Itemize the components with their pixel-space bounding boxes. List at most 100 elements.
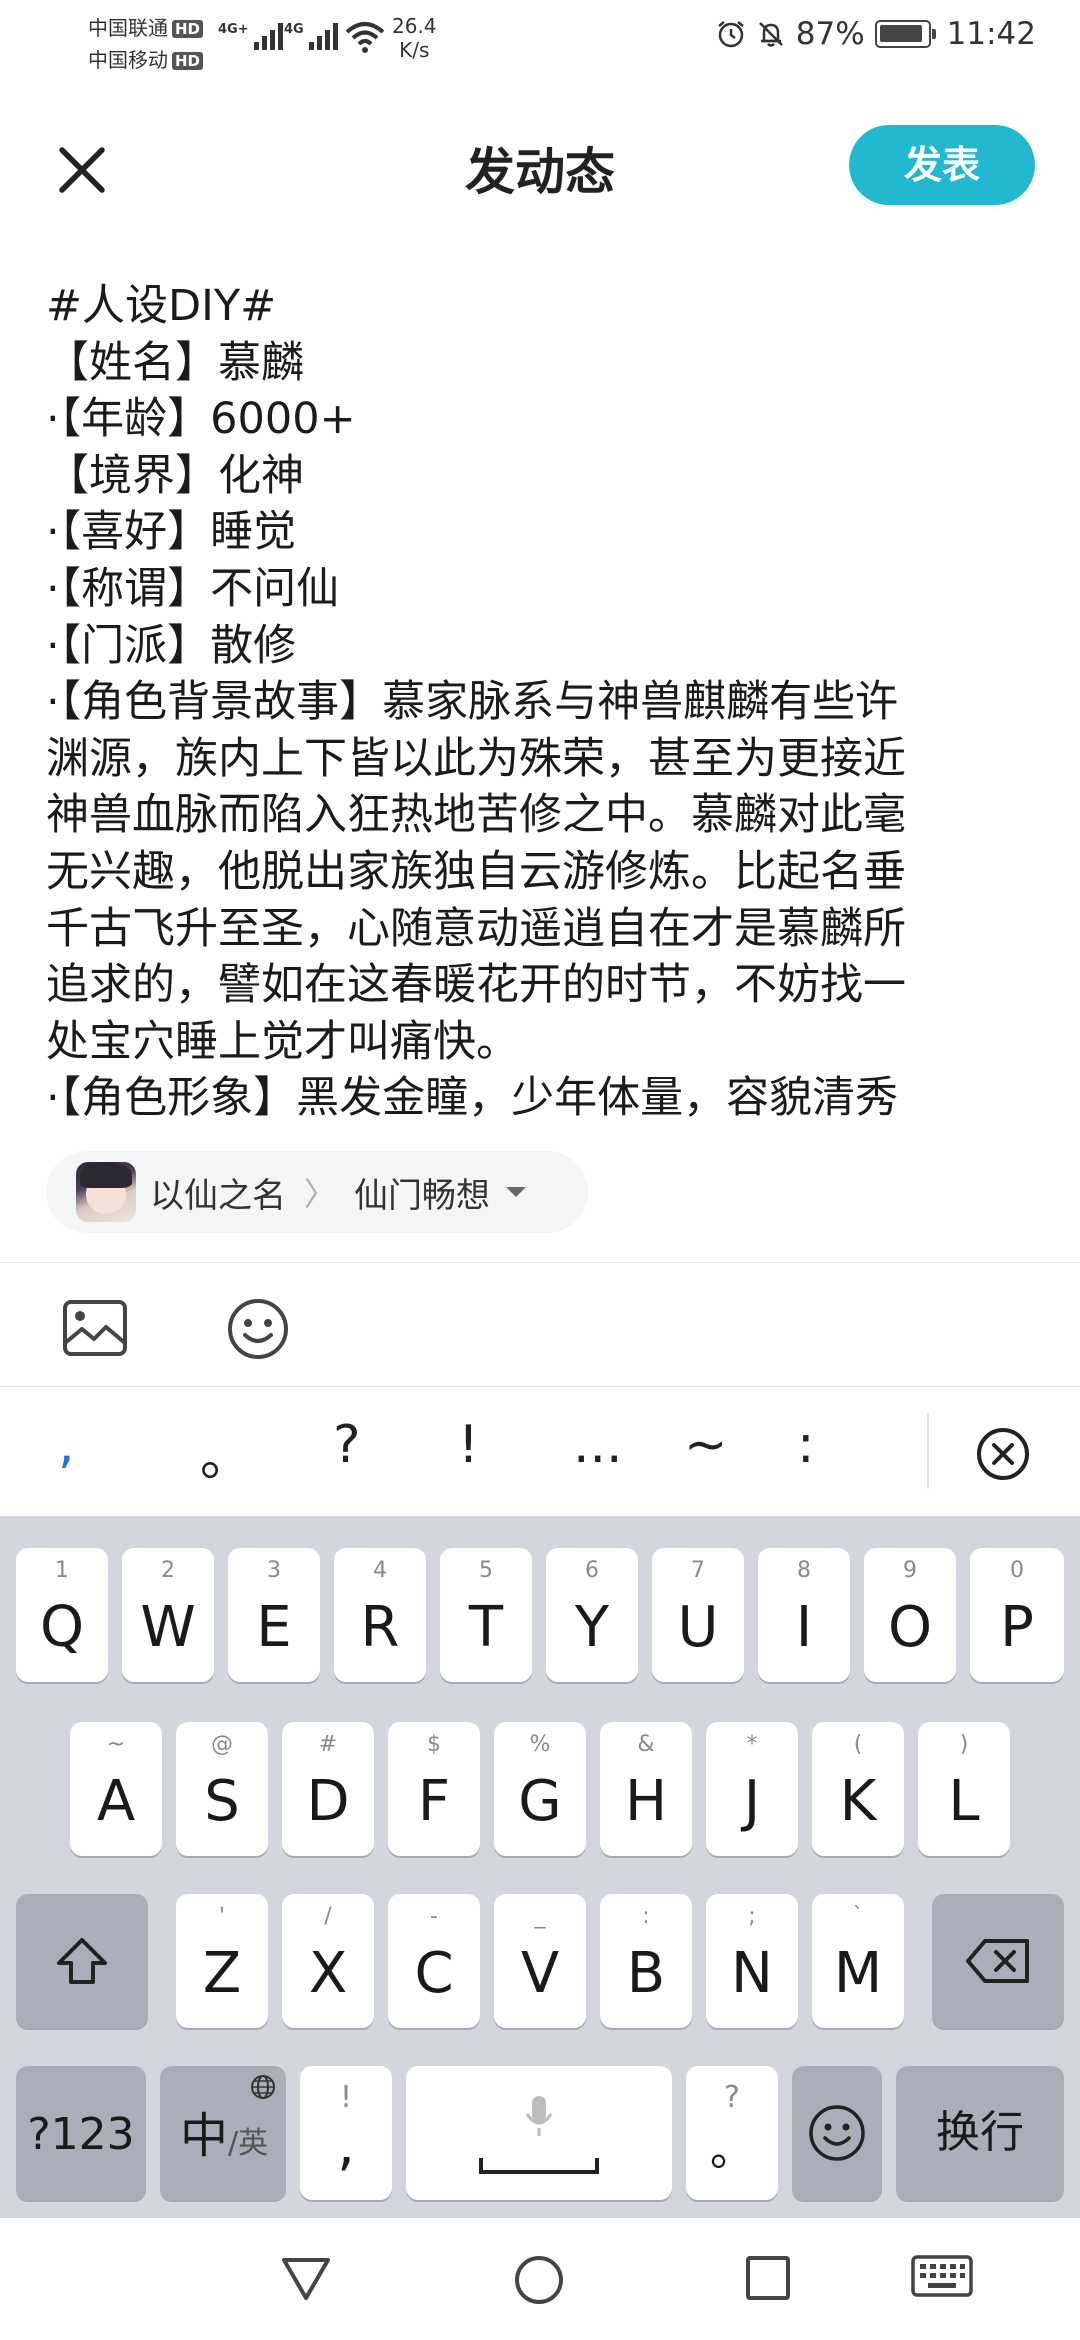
key-hint: 8 xyxy=(797,1558,811,1583)
network-speed-value: 26.4 xyxy=(392,14,437,38)
key-u[interactable]: 7U xyxy=(652,1548,744,1682)
key-label: , xyxy=(337,2113,355,2178)
punct-colon[interactable]: : xyxy=(797,1415,815,1475)
punct-question[interactable]: ? xyxy=(333,1415,361,1475)
key-m[interactable]: ` M xyxy=(812,1894,904,2028)
key-label: Y xyxy=(574,1595,610,1660)
mic-icon xyxy=(525,2096,553,2136)
globe-icon xyxy=(251,2075,275,2099)
image-icon[interactable] xyxy=(62,1299,128,1357)
key-i[interactable]: 8I xyxy=(758,1548,850,1682)
key-k[interactable]: (K xyxy=(812,1722,904,1856)
key-label: O xyxy=(887,1595,933,1660)
key-j[interactable]: * J xyxy=(706,1722,798,1856)
punct-comma[interactable]: , xyxy=(58,1415,75,1475)
divider xyxy=(927,1413,929,1489)
key-t[interactable]: 5T xyxy=(440,1548,532,1682)
punct-tilde[interactable]: ~ xyxy=(684,1415,728,1475)
status-bar: 中国联通 HD 中国移动 HD 4G+ 4G 26.4 K/s 87% 11:42 xyxy=(0,0,1080,80)
key-hint: 5 xyxy=(479,1558,493,1583)
key-a[interactable]: ~ A xyxy=(70,1722,162,1856)
key-x[interactable]: / X xyxy=(282,1894,374,2028)
emoji-key[interactable] xyxy=(792,2066,882,2200)
key-g[interactable]: % G xyxy=(494,1722,586,1856)
recents-icon[interactable] xyxy=(744,2254,792,2302)
home-icon[interactable] xyxy=(513,2254,565,2306)
publish-button[interactable]: 发表 xyxy=(849,125,1035,205)
punct-exclaim[interactable]: ! xyxy=(458,1415,479,1475)
key-hint: 4 xyxy=(373,1558,387,1583)
key-b[interactable]: :B xyxy=(600,1894,692,2028)
key-hint: # xyxy=(318,1732,338,1757)
editor-line: ·【角色背景故事】慕家脉系与神兽麒麟有些许 xyxy=(46,677,899,728)
space-key[interactable] xyxy=(406,2066,672,2200)
alarm-icon xyxy=(717,21,744,48)
editor-line: 千古飞升至圣，心随意动遥逍自在才是慕麟所 xyxy=(46,903,906,954)
key-hint: 9 xyxy=(903,1558,917,1583)
key-label: V xyxy=(520,1941,560,2006)
status-right: 87% 11:42 xyxy=(716,16,1036,52)
key-label: E xyxy=(256,1595,292,1660)
key-e[interactable]: 3E xyxy=(228,1548,320,1682)
symbols-key-label: ?123 xyxy=(27,2109,135,2160)
post-text-editor[interactable]: #人设DIY# 【姓名】慕麟 ·【年龄】6000+ 【境界】化神 ·【喜好】睡觉… xyxy=(46,278,1036,1118)
back-icon[interactable] xyxy=(280,2254,332,2302)
emoji-icon[interactable] xyxy=(226,1297,290,1361)
keyboard-toggle-icon[interactable] xyxy=(910,2254,974,2302)
key-p[interactable]: 0P xyxy=(970,1548,1064,1682)
key-hint: * xyxy=(746,1732,758,1757)
key-hint: 0 xyxy=(1010,1558,1024,1583)
key-hint: % xyxy=(529,1732,551,1757)
signal-2-icon: 4G xyxy=(284,22,338,50)
key-label: I xyxy=(795,1595,813,1660)
clock-time: 11:42 xyxy=(946,16,1036,52)
enter-key[interactable]: 换行 xyxy=(896,2066,1064,2200)
key-label: Z xyxy=(202,1941,242,2006)
key-n[interactable]: ; N xyxy=(706,1894,798,2028)
key-v[interactable]: _ V xyxy=(494,1894,586,2028)
key-o[interactable]: 9O xyxy=(864,1548,956,1682)
key-r[interactable]: 4R xyxy=(334,1548,426,1682)
key-label: F xyxy=(417,1769,451,1834)
key-label: T xyxy=(468,1595,504,1660)
punct-period[interactable]: 。 xyxy=(200,1415,252,1490)
carrier-1: 中国联通 HD xyxy=(88,12,204,41)
period-key[interactable]: ? 。 xyxy=(686,2066,778,2200)
chevron-right-icon: 〉 xyxy=(304,1175,337,1213)
editor-line: 渊源，族内上下皆以此为殊荣，甚至为更接近 xyxy=(46,733,906,784)
enter-key-label: 换行 xyxy=(936,2107,1024,2158)
comma-key[interactable]: ! , xyxy=(300,2066,392,2200)
key-q[interactable]: 1Q xyxy=(16,1548,108,1682)
key-label: H xyxy=(624,1769,668,1834)
topic-selector[interactable]: 以仙之名 〉 仙门畅想 xyxy=(46,1151,588,1233)
editor-line: 处宝穴睡上觉才叫痛快。 xyxy=(46,1016,519,1067)
key-label: Q xyxy=(39,1595,85,1660)
key-d[interactable]: # D xyxy=(282,1722,374,1856)
key-y[interactable]: 6Y xyxy=(546,1548,638,1682)
key-c[interactable]: -C xyxy=(388,1894,480,2028)
topic-avatar xyxy=(76,1162,136,1222)
key-hint: ` xyxy=(852,1904,864,1929)
key-hint: ! xyxy=(339,2080,353,2115)
key-label: X xyxy=(308,1941,348,2006)
editor-line: 【境界】化神 xyxy=(46,450,304,501)
key-s[interactable]: @ S xyxy=(176,1722,268,1856)
key-label: J xyxy=(743,1769,761,1834)
language-key[interactable]: 中 /英 xyxy=(160,2066,286,2200)
key-h[interactable]: & H xyxy=(600,1722,692,1856)
bell-off-icon xyxy=(758,22,783,47)
signal-1-icon: 4G+ xyxy=(218,22,283,50)
shift-key[interactable] xyxy=(16,1894,148,2028)
punct-ellipsis[interactable]: ... xyxy=(573,1415,623,1475)
clear-icon[interactable] xyxy=(976,1427,1030,1481)
key-l[interactable]: ) L xyxy=(918,1722,1010,1856)
topic-subcategory: 仙门畅想 xyxy=(354,1175,491,1216)
soft-keyboard: 1Q 2W 3E 4R 5T 6Y 7U 8I 9O 0P ~ A @ S # D $… xyxy=(0,1516,1080,2218)
symbols-key[interactable]: ?123 xyxy=(16,2066,146,2200)
key-hint: / xyxy=(324,1904,332,1929)
backspace-key[interactable] xyxy=(932,1894,1064,2028)
key-f[interactable]: $ F xyxy=(388,1722,480,1856)
hd-badge: HD xyxy=(172,20,204,38)
key-w[interactable]: 2W xyxy=(122,1548,214,1682)
key-z[interactable]: ' Z xyxy=(176,1894,268,2028)
